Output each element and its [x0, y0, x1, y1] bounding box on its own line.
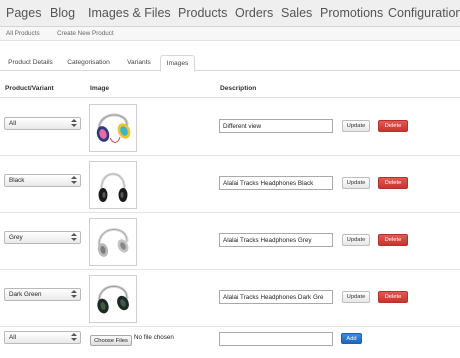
update-button[interactable]: Update: [342, 177, 370, 189]
select-caret-icon: [71, 333, 77, 342]
headphones-colorful-icon: [96, 113, 131, 143]
variant-select-value: Grey: [9, 234, 23, 241]
row-divider: [0, 155, 460, 156]
header-divider: [0, 97, 460, 98]
row-divider: [0, 326, 460, 327]
row-divider: [0, 212, 460, 213]
tab-images[interactable]: Images: [160, 55, 195, 72]
delete-button[interactable]: Delete: [378, 177, 408, 189]
headphones-black-icon: [98, 172, 128, 202]
nav-pages[interactable]: Pages: [6, 6, 41, 20]
variant-select[interactable]: Grey: [4, 231, 81, 244]
image-description-input[interactable]: Alalai Tracks Headphones Grey: [219, 233, 333, 247]
subnav-create-new-product[interactable]: Create New Product: [57, 30, 114, 37]
nav-promotions[interactable]: Promotions: [320, 6, 383, 20]
column-header-description: Description: [220, 85, 257, 92]
select-caret-icon: [71, 290, 77, 299]
tab-product-details[interactable]: Product Details: [3, 55, 58, 71]
headphones-dark-green-icon: [97, 284, 129, 314]
delete-button[interactable]: Delete: [378, 120, 408, 132]
column-header-image: Image: [90, 85, 110, 92]
nav-blog[interactable]: Blog: [50, 6, 75, 20]
tab-categorisation[interactable]: Categorisation: [61, 55, 116, 71]
row-divider: [0, 269, 460, 270]
nav-sales[interactable]: Sales: [281, 6, 312, 20]
variant-select-value: All: [9, 120, 16, 127]
nav-images-files[interactable]: Images & Files: [88, 6, 171, 20]
add-image-button[interactable]: Add: [341, 333, 362, 344]
nav-configuration[interactable]: Configuration: [388, 6, 460, 20]
variant-select[interactable]: Dark Green: [4, 288, 81, 301]
select-caret-icon: [71, 176, 77, 185]
product-image-thumbnail: [89, 275, 137, 323]
choose-files-button[interactable]: Choose Files: [90, 335, 132, 346]
nav-orders[interactable]: Orders: [235, 6, 273, 20]
variant-select-value: Black: [9, 177, 25, 184]
select-caret-icon: [71, 119, 77, 128]
column-header-variant: Product/Variant: [5, 85, 54, 92]
update-button[interactable]: Update: [342, 234, 370, 246]
product-image-thumbnail: [89, 104, 137, 152]
image-description-input[interactable]: Alalai Tracks Headphones Dark Gre: [219, 290, 333, 304]
new-image-variant-select[interactable]: All: [4, 331, 81, 344]
subnav-all-products[interactable]: All Products: [6, 30, 40, 37]
product-image-thumbnail: [89, 218, 137, 266]
variant-select[interactable]: All: [4, 117, 81, 130]
update-button[interactable]: Update: [342, 291, 370, 303]
nav-products[interactable]: Products: [178, 6, 227, 20]
variant-select[interactable]: Black: [4, 174, 81, 187]
product-image-thumbnail: [89, 161, 137, 209]
select-caret-icon: [71, 233, 77, 242]
file-status-text: No file chosen: [134, 334, 174, 341]
update-button[interactable]: Update: [342, 120, 370, 132]
image-description-input[interactable]: Different view: [219, 119, 333, 133]
delete-button[interactable]: Delete: [378, 291, 408, 303]
new-image-description-input[interactable]: [219, 332, 333, 346]
tab-variants[interactable]: Variants: [119, 55, 159, 71]
headphones-grey-icon: [97, 228, 129, 257]
main-navigation: Pages Blog Images & Files Products Order…: [0, 0, 460, 27]
image-description-input[interactable]: Alalai Tracks Headphones Black: [219, 176, 333, 190]
delete-button[interactable]: Delete: [378, 234, 408, 246]
product-tabs: Product Details Categorisation Variants …: [0, 52, 460, 72]
variant-select-value: All: [9, 334, 16, 341]
variant-select-value: Dark Green: [9, 291, 42, 298]
sub-navigation: All Products Create New Product: [0, 27, 460, 41]
